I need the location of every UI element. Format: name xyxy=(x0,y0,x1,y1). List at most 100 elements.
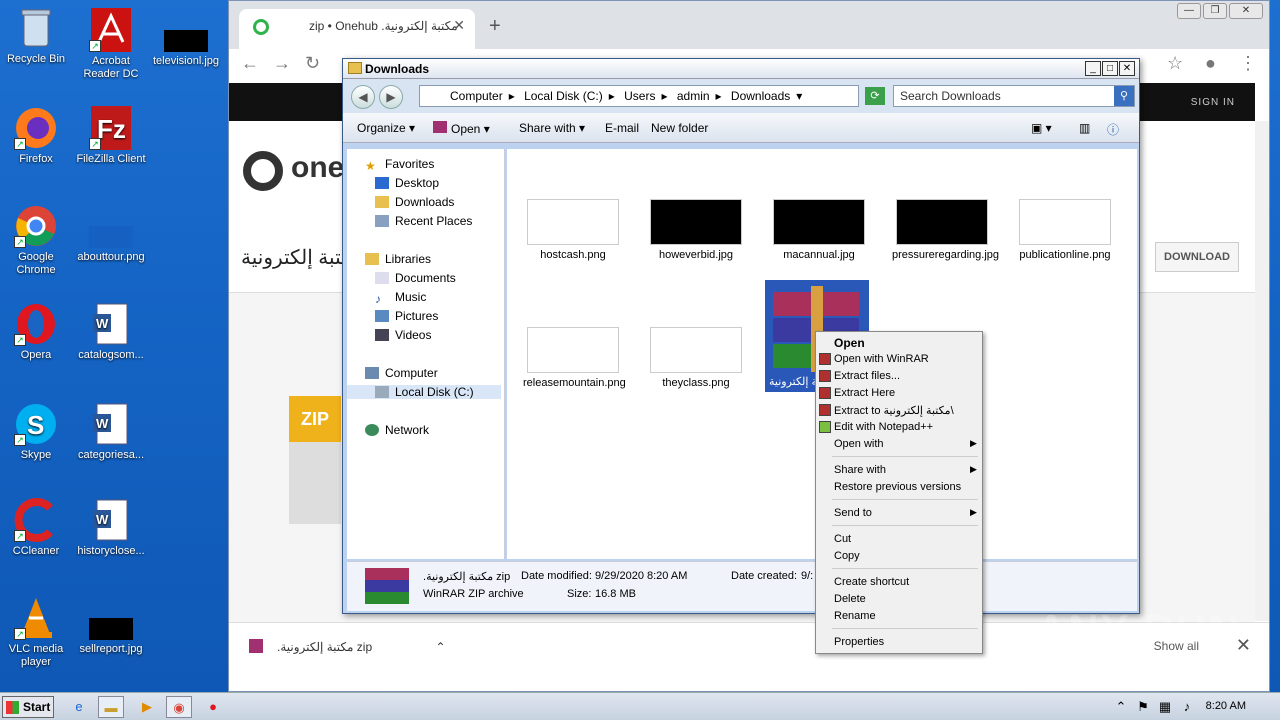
file-item[interactable]: releasemountain.png xyxy=(523,327,626,390)
image-thumbnail-icon xyxy=(773,199,865,245)
email-button[interactable]: E-mail xyxy=(605,121,639,135)
menu-extract-here[interactable]: Extract Here xyxy=(834,387,895,399)
breadcrumb-users[interactable]: Users xyxy=(624,89,655,103)
download-item[interactable]: .مكتبة إلكترونية zip ⌃ xyxy=(249,639,446,654)
profile-avatar-icon[interactable]: ● xyxy=(1205,53,1216,74)
menu-rename[interactable]: Rename xyxy=(834,610,876,622)
file-item[interactable]: theyclass.png xyxy=(646,327,746,390)
menu-edit-notepad[interactable]: Edit with Notepad++ xyxy=(834,421,933,433)
change-view-icon[interactable]: ▣ ▾ xyxy=(1031,121,1052,135)
new-tab-icon[interactable]: + xyxy=(489,15,501,38)
menu-restore-previous[interactable]: Restore previous versions xyxy=(834,481,961,493)
menu-open-with-winrar[interactable]: Open with WinRAR xyxy=(834,353,929,365)
forward-icon[interactable]: ▶ xyxy=(379,85,403,109)
file-item[interactable]: pressureregarding.jpg xyxy=(892,199,999,262)
menu-extract-files[interactable]: Extract files... xyxy=(834,370,900,382)
nav-documents[interactable]: Documents xyxy=(375,271,456,285)
desktop-icon-recycle-bin[interactable]: Recycle Bin xyxy=(0,6,72,66)
desktop-icon-catalogsom[interactable]: W catalogsom... xyxy=(75,302,147,362)
menu-kebab-icon[interactable]: ⋮ xyxy=(1239,53,1257,74)
breadcrumb-computer[interactable]: Computer xyxy=(450,89,503,103)
clock[interactable]: 8:20 AM xyxy=(1206,700,1246,712)
desktop-icon-television[interactable]: televisionl.jpg xyxy=(150,30,222,68)
menu-open-with[interactable]: Open with ▶ xyxy=(834,438,977,450)
desktop-icon-filezilla[interactable]: Fz ↗ FileZilla Client xyxy=(75,106,147,166)
menu-share-with[interactable]: Share with ▶ xyxy=(834,464,977,476)
refresh-icon[interactable]: ⟳ xyxy=(865,87,885,105)
menu-properties[interactable]: Properties xyxy=(834,636,884,648)
menu-open[interactable]: Open xyxy=(834,336,865,350)
desktop-icon-historyclose[interactable]: W historyclose... xyxy=(75,498,147,558)
desktop-icon-ccleaner[interactable]: ↗ CCleaner xyxy=(0,498,72,558)
chrome-taskbar-icon[interactable]: ◉ xyxy=(166,696,192,718)
breadcrumb-downloads[interactable]: Downloads xyxy=(731,89,790,103)
menu-send-to[interactable]: Send to ▶ xyxy=(834,507,977,519)
menu-cut[interactable]: Cut xyxy=(834,533,851,545)
desktop-icon-abouttour[interactable]: abouttour.png xyxy=(75,226,147,264)
preview-pane-icon[interactable]: ▥ xyxy=(1079,121,1090,135)
organize-button[interactable]: Organize ▾ xyxy=(357,121,415,135)
desktop-icon-label: Recycle Bin xyxy=(6,53,66,65)
nav-recent[interactable]: Recent Places xyxy=(375,214,472,228)
desktop-icon-chrome[interactable]: ↗ Google Chrome xyxy=(0,204,72,277)
desktop-icon-acrobat[interactable]: ↗ Acrobat Reader DC xyxy=(75,8,147,81)
nav-videos[interactable]: Videos xyxy=(375,328,431,342)
internet-explorer-icon[interactable]: e xyxy=(66,696,92,718)
close-window-icon[interactable]: ✕ xyxy=(1229,3,1263,19)
nav-computer[interactable]: Computer xyxy=(365,366,438,380)
browser-tab[interactable]: zip • Onehub .مكتبة إلكترونية ✕ xyxy=(239,9,475,49)
desktop-icon-skype[interactable]: S ↗ Skype xyxy=(0,402,72,462)
search-input[interactable]: Search Downloads ⚲ xyxy=(893,85,1135,107)
nav-local-disk[interactable]: Local Disk (C:) xyxy=(347,385,501,399)
maximize-icon[interactable]: □ xyxy=(1102,61,1118,76)
download-button[interactable]: DOWNLOAD xyxy=(1155,242,1239,272)
forward-icon[interactable]: → xyxy=(273,53,291,74)
nav-favorites[interactable]: ★ Favorites xyxy=(365,157,434,173)
back-icon[interactable]: ← xyxy=(241,53,259,74)
close-tab-icon[interactable]: ✕ xyxy=(453,17,465,34)
close-icon[interactable]: ✕ xyxy=(1119,61,1135,76)
menu-delete[interactable]: Delete xyxy=(834,593,866,605)
explorer-taskbar-icon[interactable]: ▬ xyxy=(98,696,124,718)
menu-create-shortcut[interactable]: Create shortcut xyxy=(834,576,909,588)
nav-music[interactable]: ♪ Music xyxy=(375,290,426,306)
opera-taskbar-icon[interactable]: ● xyxy=(200,696,226,718)
minimize-icon[interactable]: — xyxy=(1177,3,1201,19)
file-item[interactable]: howeverbid.jpg xyxy=(646,199,746,262)
help-icon[interactable]: ⓘ xyxy=(1107,121,1119,138)
nav-network[interactable]: Network xyxy=(365,423,429,437)
volume-icon[interactable]: ♪ xyxy=(1174,696,1200,718)
address-bar[interactable]: Computer ▸ Local Disk (C:) ▸ Users ▸ admin ▸… xyxy=(419,85,859,107)
chevron-up-icon[interactable]: ⌃ xyxy=(436,640,446,654)
search-icon[interactable]: ⚲ xyxy=(1114,86,1134,106)
menu-extract-to[interactable]: Extract to مكتبة إلكترونية\ xyxy=(834,404,954,417)
reload-icon[interactable]: ↻ xyxy=(305,53,320,74)
start-button[interactable]: Start xyxy=(2,696,54,718)
file-item[interactable]: publicationline.png xyxy=(1015,199,1115,262)
restore-icon[interactable]: ❐ xyxy=(1203,3,1227,19)
desktop-icon-firefox[interactable]: ↗ Firefox xyxy=(0,106,72,166)
menu-copy[interactable]: Copy xyxy=(834,550,860,562)
desktop-icon-sellreport[interactable]: sellreport.jpg xyxy=(75,618,147,656)
desktop-icon-categoriesa[interactable]: W categoriesa... xyxy=(75,402,147,462)
breadcrumb-admin[interactable]: admin xyxy=(677,89,710,103)
new-folder-button[interactable]: New folder xyxy=(651,121,708,135)
file-item[interactable]: macannual.jpg xyxy=(769,199,869,262)
open-button[interactable]: Open ▾ xyxy=(433,121,490,136)
nav-libraries[interactable]: Libraries xyxy=(365,252,431,266)
nav-desktop[interactable]: Desktop xyxy=(375,176,439,190)
desktop-icon-opera[interactable]: ↗ Opera xyxy=(0,302,72,362)
sign-in-link[interactable]: SIGN IN xyxy=(1191,97,1235,108)
file-item[interactable]: hostcash.png xyxy=(523,199,623,262)
share-with-button[interactable]: Share with ▾ xyxy=(519,121,585,135)
desktop-icon-vlc[interactable]: ↗ VLC media player xyxy=(0,596,72,669)
minimize-icon[interactable]: _ xyxy=(1085,61,1101,76)
bookmark-star-icon[interactable]: ☆ xyxy=(1167,53,1183,74)
nav-downloads[interactable]: Downloads xyxy=(375,195,454,209)
nav-pictures[interactable]: Pictures xyxy=(375,309,438,323)
media-player-icon[interactable]: ▶ xyxy=(134,696,160,718)
back-icon[interactable]: ◀ xyxy=(351,85,375,109)
page-scrollbar[interactable] xyxy=(1255,121,1269,621)
recycle-bin-icon xyxy=(14,6,58,50)
breadcrumb-local-disk[interactable]: Local Disk (C:) xyxy=(524,89,603,103)
